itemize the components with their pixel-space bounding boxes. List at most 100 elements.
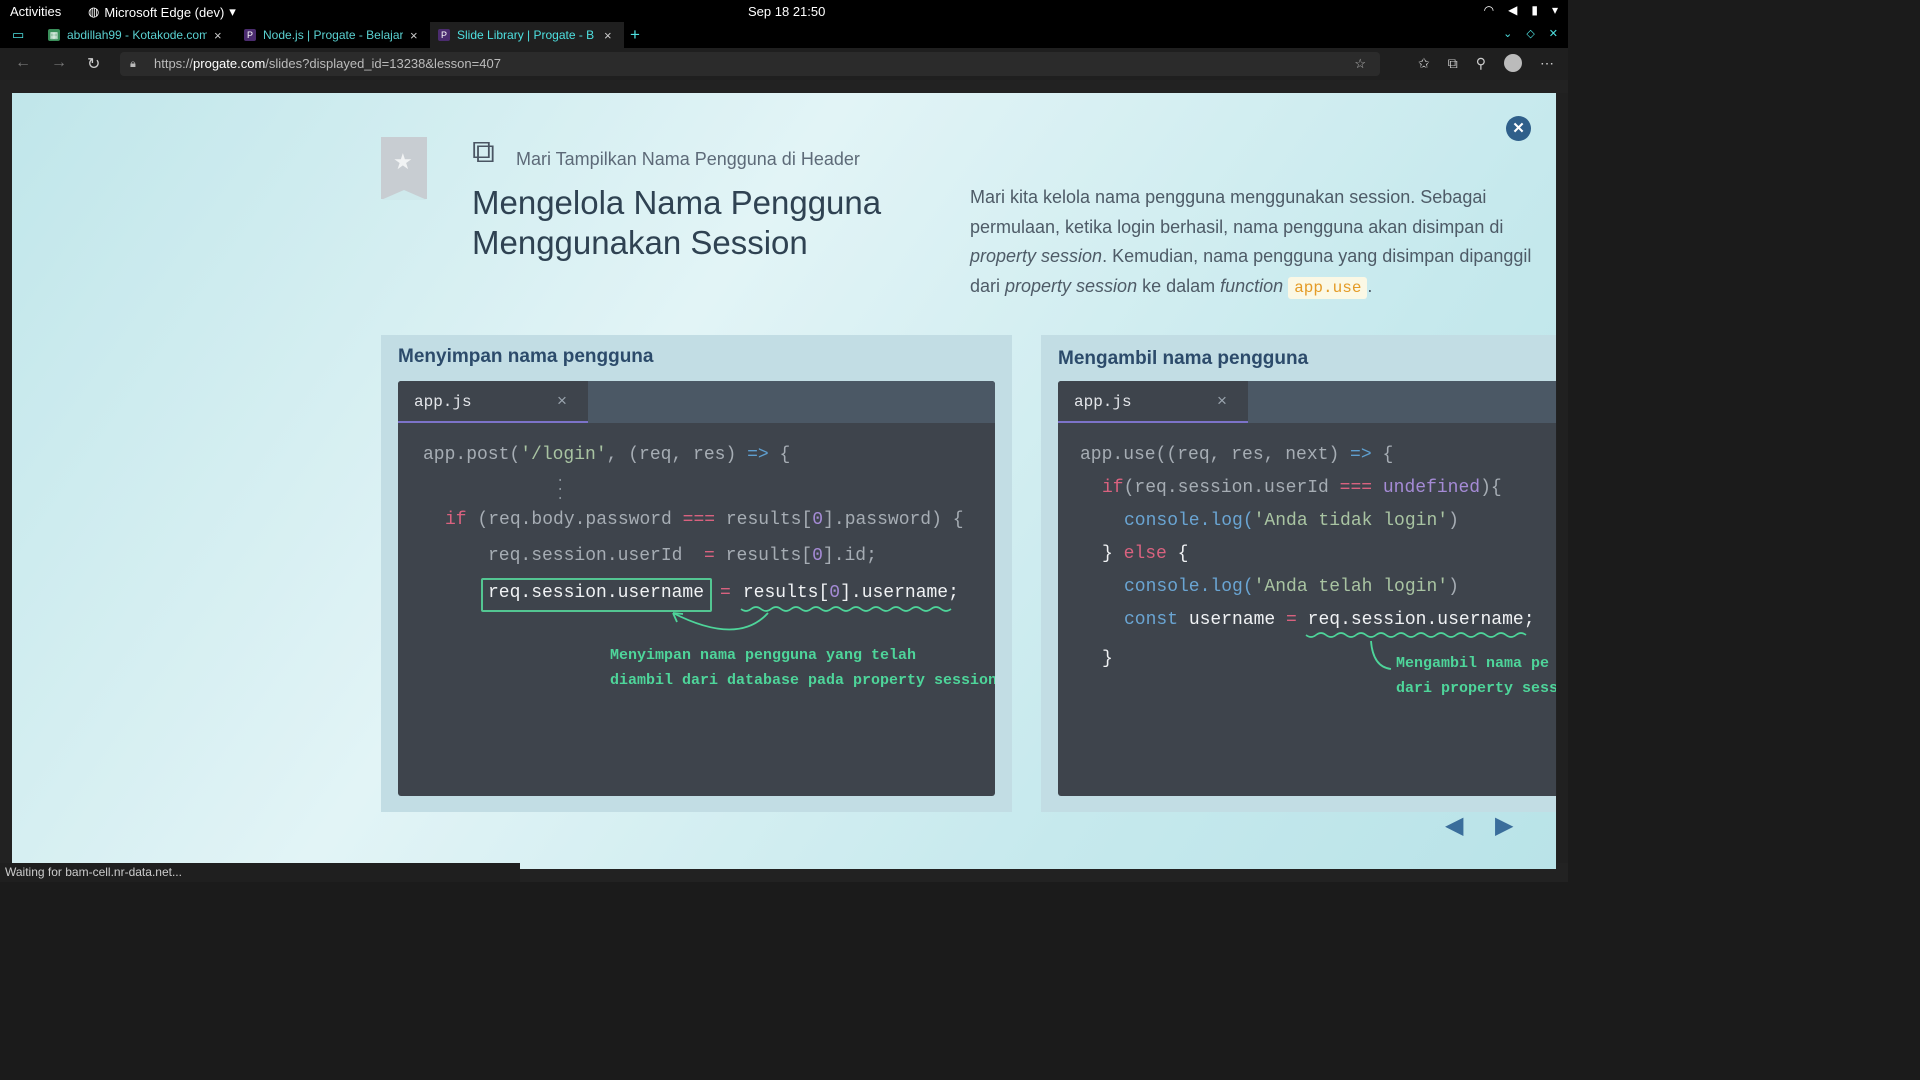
code-token: req.session.username (488, 583, 705, 603)
code-token: ].id; (822, 546, 877, 566)
close-icon[interactable]: × (214, 28, 222, 43)
editor-tab-app-js[interactable]: app.js × (398, 381, 588, 423)
activities-button[interactable]: Activities (10, 4, 61, 19)
code-line: if(req.session.userId === undefined){ (1102, 471, 1502, 505)
url-text: https://progate.com/slides?displayed_id=… (154, 52, 501, 76)
page-scrollbar[interactable] (1557, 93, 1568, 863)
more-menu-icon[interactable]: ⋯ (1540, 55, 1554, 72)
editor-tab-strip: app.js × (1058, 381, 1556, 423)
app-name: Microsoft Edge (dev) (104, 4, 225, 20)
url-host: progate.com (193, 56, 266, 71)
close-icon[interactable]: ✕ (1506, 116, 1531, 141)
ellipsis-dots: · · · (556, 473, 565, 507)
maximize-icon[interactable]: ◇ (1526, 27, 1534, 40)
description-text: . (1367, 275, 1373, 296)
page-viewport: ✕ ★ ⧉ Mari Tampilkan Nama Pengguna di He… (0, 80, 1568, 882)
back-icon[interactable]: ← (15, 54, 31, 72)
code-string: 'Anda telah login' (1253, 577, 1449, 597)
code-number: 0 (812, 546, 823, 566)
code-keyword: if (445, 510, 467, 530)
minimize-icon[interactable]: ⌄ (1503, 27, 1512, 40)
code-keyword: if (1102, 478, 1124, 498)
close-icon[interactable]: × (604, 28, 612, 43)
wifi-icon: ◠ (1483, 3, 1495, 17)
chevron-down-icon: ▾ (229, 4, 236, 19)
code-token: , (req, res) (606, 445, 748, 465)
code-undefined: undefined (1382, 478, 1481, 498)
previous-slide-icon[interactable]: ◀ (1445, 811, 1463, 840)
description-line: permulaan, ketika login berhasil, nama p… (970, 216, 1504, 237)
code-string: 'Anda tidak login' (1253, 511, 1449, 531)
code-token: username (1178, 610, 1287, 630)
code-token: ) (1448, 577, 1459, 597)
file-name: app.js (414, 393, 472, 411)
tab-title: abdillah99 - Kotakode.com (67, 28, 207, 42)
description-line: Mari kita kelola nama pengguna menggunak… (970, 187, 1487, 207)
code-token: { (1166, 544, 1189, 564)
window-controls: ⌄ ◇ ✕ (1503, 27, 1558, 40)
system-tray[interactable]: ◠ ◀ ▮ ▾ (1484, 3, 1558, 17)
code-token: results[ (715, 510, 813, 530)
editor-tab-app-js[interactable]: app.js × (1058, 381, 1248, 423)
description-text: dari (970, 275, 1006, 296)
progate-favicon-icon: P (244, 29, 256, 41)
code-token: (req.session.userId (1123, 478, 1340, 498)
code-function: console.log( (1124, 511, 1254, 531)
collections-icon[interactable]: ⧉ (1448, 55, 1458, 72)
app-menu[interactable]: ◍ Microsoft Edge (dev) ▾ (88, 4, 236, 20)
chevron-down-icon: ▾ (1551, 3, 1558, 17)
description-text: . Kemudian, nama pengguna yang disimpan … (1102, 246, 1532, 266)
file-name: app.js (1074, 393, 1132, 411)
slide-description: Mari kita kelola nama pengguna menggunak… (970, 183, 1556, 303)
progate-favicon-icon: P (438, 29, 450, 41)
clock[interactable]: Sep 18 21:50 (748, 4, 825, 19)
slide-title: Mengelola Nama Pengguna Menggunakan Sess… (472, 183, 952, 263)
code-token: app.post( (423, 445, 521, 465)
panel-title: Menyimpan nama pengguna (398, 346, 654, 367)
code-editor: app.js × app.use((req, res, next) => { i… (1058, 381, 1556, 796)
profile-avatar[interactable] (1504, 54, 1522, 72)
close-icon[interactable]: × (1217, 391, 1227, 411)
code-operator: => (1350, 445, 1372, 465)
extensions-icon[interactable]: ⚲ (1476, 55, 1486, 72)
forward-icon[interactable]: → (51, 54, 67, 72)
bookmark-button[interactable]: ★ (381, 137, 427, 200)
status-bar: Waiting for bam-cell.nr-data.net... (0, 863, 520, 882)
code-function: console.log( (1124, 577, 1254, 597)
code-token: } (1102, 544, 1124, 564)
close-window-icon[interactable]: ✕ (1549, 27, 1558, 40)
url-field[interactable]: 🔒︎ https://progate.com/slides?displayed_… (120, 52, 1380, 76)
code-string: '/login' (520, 445, 607, 465)
star-icon: ★ (393, 149, 413, 174)
favorites-icon[interactable]: ✩ (1418, 55, 1430, 72)
slide-title-line: Mengelola Nama Pengguna (472, 184, 882, 221)
code-panel-get-username: Mengambil nama pengguna app.js × app.use… (1041, 335, 1556, 812)
external-link-icon[interactable]: ⧉ (472, 133, 495, 171)
code-line: console.log('Anda tidak login') (1124, 504, 1459, 538)
code-editor: app.js × app.post('/login', (req, res) =… (398, 381, 995, 796)
close-icon[interactable]: × (410, 28, 418, 43)
tab-kotakode[interactable]: ▦ abdillah99 - Kotakode.com × (40, 22, 234, 48)
reload-icon[interactable]: ↻ (87, 54, 100, 74)
next-slide-icon[interactable]: ▶ (1495, 811, 1513, 840)
system-top-bar: Activities ◍ Microsoft Edge (dev) ▾ Sep … (0, 0, 1568, 22)
lock-icon[interactable]: 🔒︎ (130, 52, 136, 76)
tab-slide-library[interactable]: P Slide Library | Progate - B × (430, 22, 624, 48)
add-favorite-icon[interactable]: ☆ (1354, 52, 1366, 76)
browser-tab-bar: ▭ ▦ abdillah99 - Kotakode.com × P Node.j… (0, 22, 1568, 48)
kotakode-favicon-icon: ▦ (48, 29, 60, 41)
code-token: { (1371, 445, 1394, 465)
annotation-line: diambil dari database pada property sess… (610, 672, 995, 689)
code-token: { (768, 445, 791, 465)
code-line: } (1102, 649, 1113, 669)
close-icon[interactable]: × (557, 391, 567, 411)
italic-term: property session (1005, 275, 1138, 296)
tab-actions-icon[interactable]: ▭ (12, 27, 24, 43)
tab-nodejs-progate[interactable]: P Node.js | Progate - Belajar × (236, 22, 428, 48)
code-operator: = (720, 583, 731, 603)
url-scheme: https:// (154, 56, 194, 71)
new-tab-button[interactable]: + (630, 25, 640, 45)
url-path: /slides?displayed_id=13238&lesson=407 (265, 56, 501, 71)
annotation-line: Mengambil nama pe (1396, 655, 1550, 672)
